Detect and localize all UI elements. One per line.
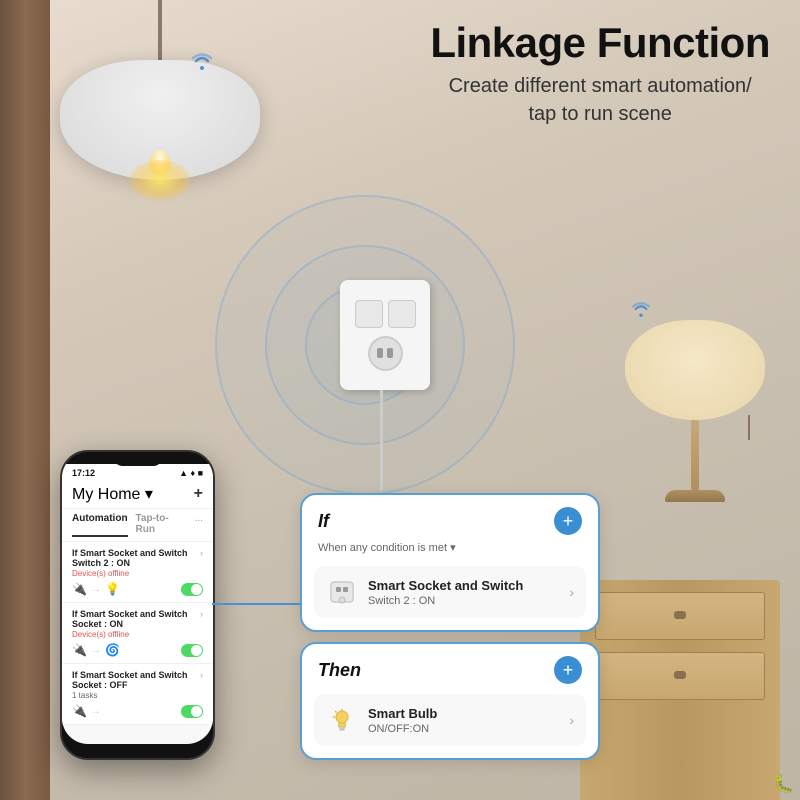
phone-item-2-arrow[interactable]: › [200,609,203,619]
switch-btn-2 [388,300,416,328]
door-frame [0,0,50,800]
switch-buttons [355,300,416,328]
phone-item-3-icons: 🔌 → [72,704,203,718]
phone-item-1-arrow[interactable]: › [200,548,203,558]
cabinet-knob-2 [674,671,686,679]
wall-switch [340,280,430,390]
switch-btn-1 [355,300,383,328]
phone-item-1-toggle[interactable] [181,583,203,596]
phone-item-3-title: If Smart Socket and Switch Socket : OFF [72,670,200,690]
phone-status-bar: 17:12 ▲ ♦ ■ [62,464,213,480]
phone-item-2-toggle[interactable] [181,644,203,657]
then-card-item-icon [326,704,358,736]
table-lamp [610,320,780,502]
phone-item-1-icons: 🔌 → 💡 [72,582,203,596]
phone-header: My Home ▾ + [62,480,213,509]
phone-item-1: If Smart Socket and Switch Switch 2 : ON… [62,542,213,603]
phone-home-label[interactable]: My Home ▾ [72,484,153,504]
table-lamp-shade [625,320,765,420]
then-card-item-text: Smart Bulb ON/OFF:ON [368,706,559,735]
then-card-item[interactable]: Smart Bulb ON/OFF:ON › [314,694,586,746]
lamp-pull-cord [748,415,750,440]
phone-item-2-sub: Device(s) offline [72,630,200,639]
if-card-item-chevron: › [569,584,574,600]
if-card-plus-button[interactable]: + [554,507,582,535]
phone-item-3-sub: 1 tasks [72,691,200,700]
tab-taptorun[interactable]: Tap-to-Run [136,513,187,537]
phone-time: 17:12 [72,468,95,478]
if-card-item-icon [326,576,358,608]
page-subtitle: Create different smart automation/tap to… [430,72,770,128]
then-card-title: Then [318,660,361,681]
arrow-line [212,603,302,605]
then-card-plus-button[interactable]: + [554,656,582,684]
wifi-lamp-icon [190,50,214,76]
ceiling-lamp [60,0,260,180]
if-card-condition[interactable]: When any condition is met ▾ [302,541,598,562]
plug-hole-1 [377,348,383,358]
phone-mockup: 17:12 ▲ ♦ ■ My Home ▾ + Automation Tap-t… [60,450,215,760]
cards-area: If + When any condition is met ▾ Smart S… [300,493,600,760]
phone-notch [113,452,163,466]
title-area: Linkage Function Create different smart … [430,20,770,128]
table-lamp-base [691,420,699,490]
phone-more-btn[interactable]: ... [195,513,203,537]
phone-item-2-icons: 🔌 → 🌀 [72,643,203,657]
page-title: Linkage Function [430,20,770,66]
phone-status-icons: ▲ ♦ ■ [179,468,203,478]
then-card-header: Then + [302,644,598,690]
phone-add-icon[interactable]: + [194,485,203,503]
switch-plate [340,280,430,390]
if-card-item-sub: Switch 2 : ON [368,595,559,607]
phone-screen: 17:12 ▲ ♦ ■ My Home ▾ + Automation Tap-t… [62,464,213,744]
phone-item-1-sub: Device(s) offline [72,569,200,578]
if-card-item-text: Smart Socket and Switch Switch 2 : ON [368,578,559,607]
if-card-header: If + [302,495,598,541]
phone-item-2-title: If Smart Socket and Switch Socket : ON [72,609,200,629]
cabinet-drawer-2 [595,652,765,700]
phone-item-3: If Smart Socket and Switch Socket : OFF … [62,664,213,725]
phone-item-3-arrow[interactable]: › [200,670,203,680]
lamp-glow [130,160,190,200]
phone-item-2: If Smart Socket and Switch Socket : ON D… [62,603,213,664]
phone-item-3-toggle[interactable] [181,705,203,718]
cabinet-drawer-1 [595,592,765,640]
if-card: If + When any condition is met ▾ Smart S… [300,493,600,632]
then-card-item-sub: ON/OFF:ON [368,723,559,735]
then-card-item-title: Smart Bulb [368,706,559,721]
plug-hole-2 [387,348,393,358]
lamp-cord [158,0,162,60]
phone-tabs: Automation Tap-to-Run ... [62,509,213,542]
switch-plug [368,336,403,371]
cabinet [580,580,780,800]
cabinet-knob-1 [674,611,686,619]
table-lamp-foot [665,490,725,502]
tab-automation[interactable]: Automation [72,513,128,537]
then-card-item-chevron: › [569,712,574,728]
switch-cord [380,390,383,490]
if-card-item-title: Smart Socket and Switch [368,578,559,593]
if-card-item[interactable]: Smart Socket and Switch Switch 2 : ON › [314,566,586,618]
then-card: Then + Smart Bulb ON/OFF:ON › [300,642,600,760]
corner-decoration: 🐛 [773,774,795,795]
connector-arrow [212,602,312,605]
lamp-shade [60,60,260,180]
phone-item-1-title: If Smart Socket and Switch Switch 2 : ON [72,548,200,568]
if-card-title: If [318,511,329,532]
